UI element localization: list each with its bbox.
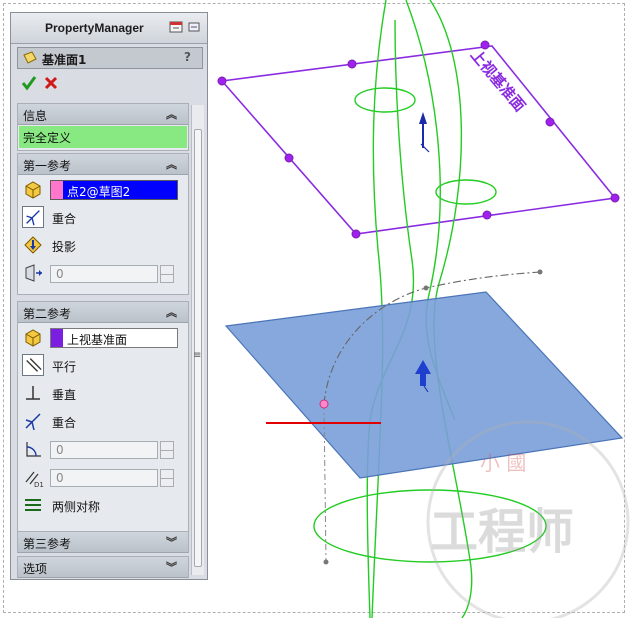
green-ellipse-mid — [435, 179, 497, 205]
first-reference-title: 第一参考 — [23, 159, 72, 173]
selection-cube-icon — [25, 329, 41, 347]
feature-title-bar: 基准面1 ? — [17, 47, 203, 69]
angle-value-input[interactable]: 0 — [50, 441, 158, 459]
info-section-header[interactable]: 信息 ︽ — [18, 104, 188, 125]
symmetric-option[interactable]: 两侧对称 — [22, 494, 186, 518]
top-plane-outline — [220, 45, 617, 235]
first-reference-spinner[interactable] — [160, 265, 174, 283]
project-icon[interactable] — [22, 234, 44, 256]
help-button[interactable]: ? — [184, 50, 191, 64]
coincident-icon[interactable] — [22, 206, 44, 228]
project-option[interactable]: 投影 — [22, 234, 186, 258]
third-reference-header[interactable]: 第三参考 ︾ — [18, 532, 188, 553]
options-section: 选项 ︾ — [17, 556, 189, 578]
second-reference-selection-box[interactable]: 上视基准面 — [50, 328, 178, 348]
property-manager-panel: PropertyManager 基准面1 ? 信息 ︽ 完全定义 第一参考 ︽ … — [10, 12, 208, 580]
symmetric-icon[interactable] — [22, 494, 44, 516]
parallel-option[interactable]: 平行 — [22, 354, 186, 378]
second-reference-selection-row: 上视基准面 — [22, 326, 186, 350]
cancel-x-icon[interactable] — [43, 75, 59, 91]
third-reference-title: 第三参考 — [23, 537, 72, 551]
svg-text:小 國: 小 國 — [480, 451, 526, 475]
distance-value-row: D1 0 — [22, 466, 186, 490]
panel-scrollbar[interactable]: ≡ — [191, 105, 204, 575]
scrollbar-thumb[interactable]: ≡ — [193, 129, 202, 567]
distance-spinner[interactable] — [160, 469, 174, 487]
info-section-title: 信息 — [23, 109, 48, 123]
line-endpoint-bottom — [323, 559, 329, 565]
second-reference-header[interactable]: 第二参考 ︽ — [18, 302, 188, 323]
first-reference-value-input[interactable]: 0 — [50, 265, 158, 283]
selection-color-swatch — [51, 329, 63, 347]
info-section: 信息 ︽ 完全定义 — [17, 103, 189, 151]
angle-icon[interactable] — [22, 438, 44, 460]
third-reference-section: 第三参考 ︾ — [17, 531, 189, 553]
distance-value-input[interactable]: 0 — [50, 469, 158, 487]
collapse-chevron-icon[interactable]: ︽ — [166, 106, 177, 122]
scrollbar-grip-icon: ≡ — [193, 350, 202, 361]
first-reference-selection-row: 点2@草图2 — [22, 178, 186, 202]
feature-name: 基准面1 — [42, 53, 87, 67]
plane-feature-icon — [23, 51, 37, 64]
first-reference-selection-box[interactable]: 点2@草图2 — [50, 180, 178, 200]
options-header[interactable]: 选项 ︾ — [18, 557, 188, 578]
green-ellipse-top — [354, 87, 416, 113]
perpendicular-option[interactable]: 垂直 — [22, 382, 186, 406]
flip-offset-icon[interactable] — [22, 262, 44, 284]
selection-cube-icon — [25, 181, 41, 199]
screenshot-frame: 上视基准面 小 國 工程师 PropertyManager 基准面1 ? 信息 … — [0, 0, 630, 618]
expand-chevron-icon[interactable]: ︾ — [166, 559, 177, 575]
arc-endpoint-right — [537, 269, 543, 275]
angle-value-row: 0 — [22, 438, 186, 462]
collapse-chevron-icon[interactable]: ︽ — [166, 304, 177, 320]
coincident-option[interactable]: 重合 — [22, 206, 186, 230]
selected-point — [319, 399, 329, 409]
property-manager-header: PropertyManager — [11, 13, 207, 44]
expand-panel-icon[interactable] — [169, 20, 183, 34]
ok-check-icon[interactable] — [21, 75, 37, 91]
expand-chevron-icon[interactable]: ︾ — [166, 534, 177, 550]
property-manager-title: PropertyManager — [45, 21, 144, 35]
parallel-icon[interactable] — [22, 354, 44, 376]
pin-icon[interactable] — [187, 20, 201, 34]
top-plane-handles — [217, 40, 620, 239]
first-reference-header[interactable]: 第一参考 ︽ — [18, 154, 188, 175]
first-reference-value-row: 0 — [22, 262, 186, 286]
angle-spinner[interactable] — [160, 441, 174, 459]
distance-icon[interactable]: D1 — [22, 466, 44, 488]
selection-color-swatch — [51, 181, 63, 199]
coincident-option[interactable]: 重合 — [22, 410, 186, 434]
second-reference-title: 第二参考 — [23, 307, 72, 321]
options-title: 选项 — [23, 562, 48, 576]
coincident-icon[interactable] — [22, 410, 44, 432]
first-reference-section: 第一参考 ︽ 点2@草图2 重合 投影 0 — [17, 153, 189, 295]
top-plane-normal-arrow — [419, 112, 430, 153]
collapse-chevron-icon[interactable]: ︽ — [166, 156, 177, 172]
svg-text:工程师: 工程师 — [430, 504, 574, 560]
perpendicular-icon[interactable] — [22, 382, 44, 404]
second-reference-section: 第二参考 ︽ 上视基准面 平行 垂直 重合 0 D1 0 两侧对称 — [17, 301, 189, 537]
arc-midpoint — [423, 285, 429, 291]
status-message: 完全定义 — [19, 126, 187, 148]
svg-text:D1: D1 — [34, 481, 44, 488]
